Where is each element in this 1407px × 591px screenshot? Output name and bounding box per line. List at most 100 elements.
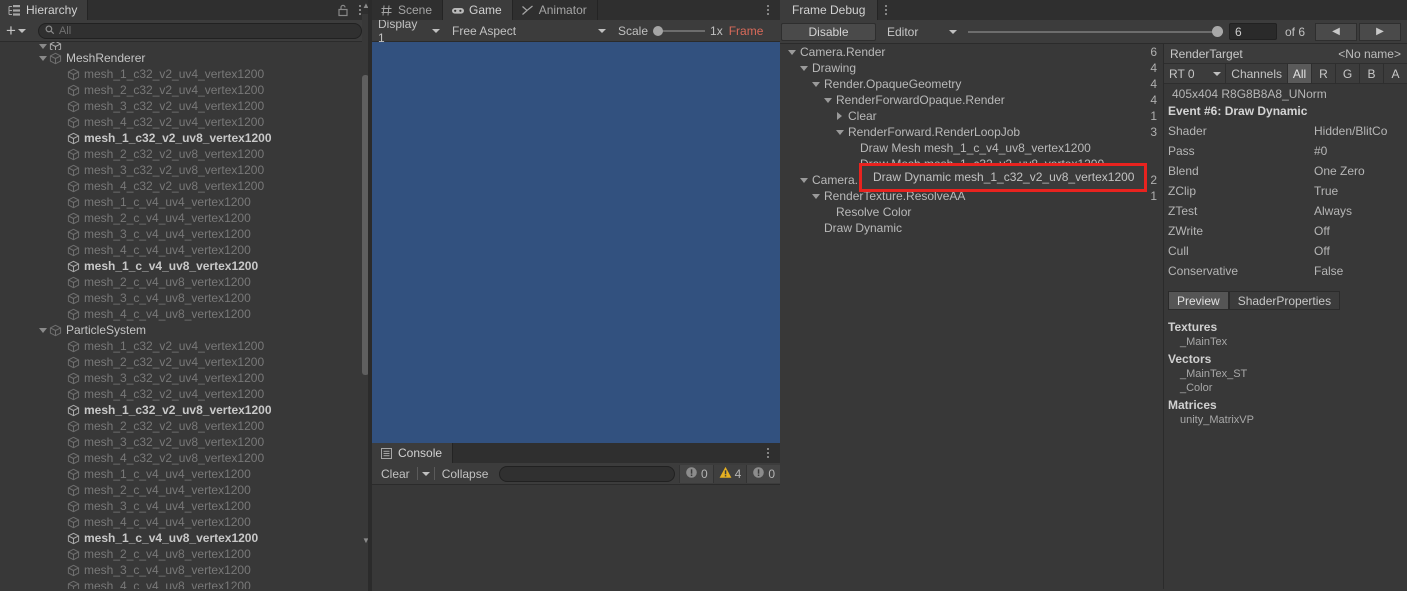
frame-debug-event-tree[interactable]: Camera.Render 6 Drawing 4 Render.OpaqueGeome… — [780, 44, 1163, 589]
hierarchy-row[interactable]: mesh_4_c32_v2_uv4_vertex1200 — [0, 386, 372, 402]
expand-toggle-icon[interactable] — [798, 177, 809, 183]
expand-toggle-icon[interactable] — [822, 97, 833, 103]
hierarchy-row[interactable]: mesh_3_c32_v2_uv4_vertex1200 — [0, 98, 372, 114]
channel-button-b[interactable]: B — [1359, 64, 1383, 83]
hierarchy-group-row[interactable]: ParticleSystem — [0, 322, 372, 338]
warning-count[interactable]: 4 — [712, 464, 747, 483]
hierarchy-row[interactable]: mesh_1_c_v4_uv4_vertex1200 — [0, 194, 372, 210]
expand-toggle-icon[interactable] — [834, 112, 845, 120]
frame-debug-row[interactable]: RenderForwardOpaque.Render 4 — [780, 92, 1163, 108]
collapse-button[interactable]: Collapse — [435, 465, 496, 483]
channel-button-r[interactable]: R — [1311, 64, 1335, 83]
channel-button-g[interactable]: G — [1335, 64, 1359, 83]
game-viewport[interactable] — [372, 42, 780, 443]
expand-toggle-icon[interactable] — [786, 49, 797, 55]
inspector-tab-preview[interactable]: Preview — [1168, 291, 1229, 310]
tab-scene[interactable]: Scene — [372, 0, 444, 20]
game-menu-icon[interactable] — [760, 3, 776, 17]
hierarchy-row[interactable]: mesh_2_c_v4_uv8_vertex1200 — [0, 546, 372, 562]
hierarchy-tree[interactable]: MeshRenderer mesh_1_c32_v2_uv4_vertex1200… — [0, 42, 372, 589]
rt-dropdown[interactable]: RT 0 — [1164, 64, 1227, 83]
inspector-tab-shaderproperties[interactable]: ShaderProperties — [1228, 291, 1341, 310]
console-search-input[interactable] — [499, 465, 675, 482]
hierarchy-row[interactable]: mesh_4_c32_v2_uv8_vertex1200 — [0, 450, 372, 466]
clear-dropdown-button[interactable] — [418, 465, 434, 483]
hierarchy-row[interactable]: mesh_4_c32_v2_uv4_vertex1200 — [0, 114, 372, 130]
expand-toggle-icon[interactable] — [36, 55, 49, 61]
display-dropdown[interactable]: Display 1 — [372, 17, 446, 45]
frame-debug-row[interactable]: Clear 1 — [780, 108, 1163, 124]
expand-toggle-icon[interactable] — [36, 43, 49, 49]
highlighted-event-row[interactable]: Draw Dynamic mesh_1_c32_v2_uv8_vertex120… — [861, 165, 1144, 189]
hierarchy-row[interactable]: mesh_2_c32_v2_uv8_vertex1200 — [0, 146, 372, 162]
previous-event-button[interactable]: ◀ — [1315, 22, 1357, 41]
hierarchy-row[interactable]: mesh_2_c_v4_uv4_vertex1200 — [0, 482, 372, 498]
event-index-input[interactable]: 6 — [1228, 23, 1277, 40]
create-button[interactable]: + — [6, 22, 26, 39]
frame-debug-row[interactable]: Render.OpaqueGeometry 4 — [780, 76, 1163, 92]
expand-toggle-icon[interactable] — [810, 193, 821, 199]
scale-control[interactable]: Scale 1x — [612, 24, 723, 38]
hierarchy-row[interactable]: mesh_1_c32_v2_uv4_vertex1200 — [0, 66, 372, 82]
expand-toggle-icon[interactable] — [810, 81, 821, 87]
hierarchy-row[interactable]: mesh_3_c32_v2_uv8_vertex1200 — [0, 162, 372, 178]
frame-debug-row[interactable]: Camera.Render 6 — [780, 44, 1163, 60]
disable-button[interactable]: Disable — [781, 22, 876, 41]
search-input[interactable]: All — [37, 22, 362, 39]
console-menu-icon[interactable] — [760, 446, 776, 460]
frame-debug-row[interactable]: Draw Dynamic — [780, 220, 1163, 236]
expand-toggle-icon[interactable] — [834, 129, 845, 135]
hierarchy-row[interactable]: mesh_4_c_v4_uv4_vertex1200 — [0, 514, 372, 530]
hierarchy-row[interactable]: mesh_1_c32_v2_uv4_vertex1200 — [0, 338, 372, 354]
hierarchy-group-row[interactable]: MeshRenderer — [0, 50, 372, 66]
frame-debug-menu-icon[interactable] — [878, 3, 894, 17]
frame-debug-row[interactable]: RenderForward.RenderLoopJob 3 — [780, 124, 1163, 140]
hierarchy-row[interactable]: mesh_2_c32_v2_uv4_vertex1200 — [0, 354, 372, 370]
tab-animator[interactable]: Animator — [513, 0, 598, 20]
tab-hierarchy[interactable]: Hierarchy — [0, 0, 89, 20]
hierarchy-row[interactable]: mesh_4_c_v4_uv4_vertex1200 — [0, 242, 372, 258]
tab-frame-debug[interactable]: Frame Debug — [780, 0, 879, 20]
expand-toggle-icon[interactable] — [36, 327, 49, 333]
channel-button-a[interactable]: A — [1383, 64, 1407, 83]
hierarchy-row[interactable]: mesh_4_c32_v2_uv8_vertex1200 — [0, 178, 372, 194]
target-dropdown[interactable]: Editor — [882, 23, 962, 41]
hierarchy-row[interactable]: mesh_2_c_v4_uv4_vertex1200 — [0, 210, 372, 226]
hierarchy-row[interactable]: mesh_3_c32_v2_uv4_vertex1200 — [0, 370, 372, 386]
clear-button[interactable]: Clear — [374, 465, 417, 483]
log-count[interactable]: 0 — [678, 464, 713, 483]
hierarchy-row[interactable]: mesh_1_c_v4_uv8_vertex1200 — [0, 258, 372, 274]
hierarchy-row[interactable]: mesh_3_c32_v2_uv8_vertex1200 — [0, 434, 372, 450]
next-event-button[interactable]: ▶ — [1359, 22, 1401, 41]
error-count[interactable]: 0 — [746, 464, 780, 483]
hierarchy-row[interactable]: mesh_3_c_v4_uv8_vertex1200 — [0, 290, 372, 306]
hierarchy-row[interactable]: mesh_1_c_v4_uv4_vertex1200 — [0, 466, 372, 482]
hierarchy-row-partial[interactable] — [0, 42, 372, 50]
channel-button-all[interactable]: All — [1287, 64, 1311, 83]
frame-debug-row[interactable]: Draw Mesh mesh_1_c_v4_uv8_vertex1200 — [780, 140, 1163, 156]
hierarchy-row[interactable]: mesh_3_c_v4_uv4_vertex1200 — [0, 498, 372, 514]
event-slider[interactable] — [968, 24, 1223, 40]
hierarchy-row[interactable]: mesh_3_c_v4_uv4_vertex1200 — [0, 226, 372, 242]
hierarchy-row[interactable]: mesh_1_c_v4_uv8_vertex1200 — [0, 530, 372, 546]
scale-slider[interactable] — [653, 25, 706, 37]
hierarchy-row[interactable]: mesh_1_c32_v2_uv8_vertex1200 — [0, 402, 372, 418]
hierarchy-row[interactable]: mesh_3_c_v4_uv8_vertex1200 — [0, 562, 372, 578]
lock-icon[interactable] — [336, 3, 350, 17]
slider-knob[interactable] — [1211, 26, 1223, 37]
slider-knob[interactable] — [653, 25, 664, 36]
hierarchy-row[interactable]: mesh_2_c32_v2_uv8_vertex1200 — [0, 418, 372, 434]
hierarchy-row[interactable]: mesh_4_c_v4_uv8_vertex1200 — [0, 306, 372, 322]
hierarchy-row[interactable]: mesh_4_c_v4_uv8_vertex1200 — [0, 578, 372, 589]
frame-debug-row[interactable]: Drawing 4 — [780, 60, 1163, 76]
console-log-area[interactable] — [372, 485, 780, 591]
frame-debug-row[interactable]: Resolve Color — [780, 204, 1163, 220]
tab-game[interactable]: Game — [443, 0, 513, 20]
hierarchy-row[interactable]: mesh_2_c_v4_uv8_vertex1200 — [0, 274, 372, 290]
aspect-dropdown[interactable]: Free Aspect — [446, 22, 612, 40]
frame-debug-row[interactable]: RenderTexture.ResolveAA 1 — [780, 188, 1163, 204]
expand-toggle-icon[interactable] — [798, 65, 809, 71]
hierarchy-row[interactable]: mesh_1_c32_v2_uv8_vertex1200 — [0, 130, 372, 146]
hierarchy-row[interactable]: mesh_2_c32_v2_uv4_vertex1200 — [0, 82, 372, 98]
tab-console[interactable]: Console — [372, 443, 454, 463]
